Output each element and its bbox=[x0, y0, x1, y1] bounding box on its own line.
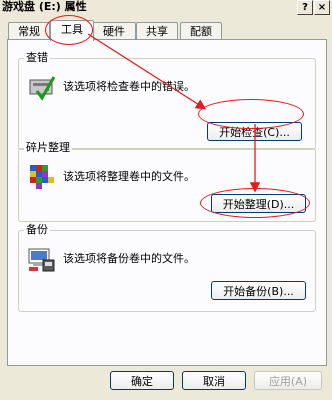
start-check-button[interactable]: 开始检查(C)... bbox=[207, 122, 302, 141]
backup-description: 该选项将备份卷中的文件。 bbox=[63, 252, 195, 265]
defrag-group: 碎片整理 该选项将整理卷中的文件。 开始整理(D)... bbox=[18, 141, 316, 222]
apply-button[interactable]: 应用(A) bbox=[254, 371, 322, 390]
tab-general[interactable]: 常规 bbox=[8, 22, 50, 40]
tab-tools[interactable]: 工具 bbox=[50, 20, 94, 41]
backup-icon bbox=[28, 248, 55, 272]
backup-title: 备份 bbox=[24, 223, 50, 237]
tab-quota[interactable]: 配额 bbox=[180, 22, 222, 40]
cancel-button[interactable]: 取消 bbox=[182, 371, 246, 390]
help-button[interactable]: ? bbox=[297, 0, 313, 15]
ok-button[interactable]: 确定 bbox=[110, 371, 174, 390]
tools-panel: 查错 该选项将检查卷中的错误。 开始检查(C)... 碎片整理 该选项将整理卷中… bbox=[7, 39, 327, 366]
close-button[interactable]: × bbox=[314, 0, 330, 15]
close-icon: × bbox=[317, 2, 327, 13]
defrag-title: 碎片整理 bbox=[24, 141, 72, 155]
error-check-title: 查错 bbox=[24, 51, 50, 65]
backup-group: 备份 该选项将备份卷中的文件。 开始备份(B)... bbox=[18, 223, 316, 312]
tab-hardware[interactable]: 硬件 bbox=[92, 22, 136, 40]
defrag-icon bbox=[30, 165, 54, 189]
tab-sharing[interactable]: 共享 bbox=[136, 22, 178, 40]
disk-check-icon bbox=[29, 76, 56, 101]
error-check-group: 查错 该选项将检查卷中的错误。 开始检查(C)... bbox=[18, 51, 316, 150]
defrag-description: 该选项将整理卷中的文件。 bbox=[63, 170, 195, 183]
start-backup-button[interactable]: 开始备份(B)... bbox=[211, 281, 306, 300]
start-defrag-button[interactable]: 开始整理(D)... bbox=[211, 194, 306, 213]
help-icon: ? bbox=[302, 2, 308, 13]
title-bar: 游戏盘 (E:) 属性 ? × bbox=[0, 0, 332, 15]
error-check-description: 该选项将检查卷中的错误。 bbox=[63, 80, 195, 93]
window-title: 游戏盘 (E:) 属性 bbox=[2, 0, 87, 13]
